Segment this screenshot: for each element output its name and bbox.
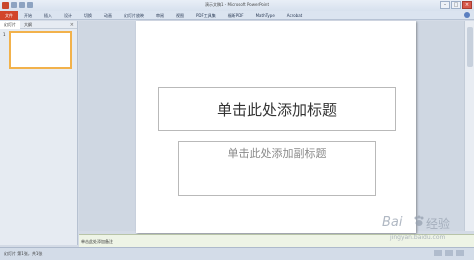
slides-pane-tabs: 幻灯片 大纲 ×	[0, 20, 77, 29]
tab-file[interactable]: 文件	[0, 10, 18, 20]
tab-pdf-tools[interactable]: PDF工具集	[190, 11, 222, 20]
tab-slides[interactable]: 幻灯片	[0, 20, 20, 29]
title-placeholder-text: 单击此处添加标题	[216, 100, 337, 119]
normal-view-icon[interactable]	[434, 250, 442, 256]
tab-view[interactable]: 视图	[170, 11, 190, 20]
title-placeholder[interactable]: 单击此处添加标题	[158, 87, 396, 131]
reading-view-icon[interactable]	[456, 250, 464, 256]
baidu-watermark: Bai 经验 jingyan.baidu.com	[382, 212, 460, 246]
tab-acrobat[interactable]: Acrobat	[281, 11, 308, 20]
view-buttons	[434, 250, 464, 256]
close-pane-icon[interactable]: ×	[70, 22, 74, 28]
tab-home[interactable]: 开始	[18, 11, 38, 20]
close-button[interactable]: ×	[462, 1, 472, 9]
maximize-button[interactable]: □	[451, 1, 461, 9]
slide-thumbnail[interactable]	[9, 31, 72, 69]
watermark-url: jingyan.baidu.com	[390, 234, 446, 241]
tab-transitions[interactable]: 切换	[78, 11, 98, 20]
watermark-brand-cn: 经验	[426, 217, 451, 231]
title-bar: 演示文稿1 - Microsoft PowerPoint – □ ×	[0, 0, 474, 11]
powerpoint-window: 演示文稿1 - Microsoft PowerPoint – □ × 文件 开始…	[0, 0, 474, 260]
vertical-scrollbar[interactable]	[464, 21, 474, 231]
notes-placeholder: 单击此处添加备注	[81, 239, 113, 244]
slide-sorter-icon[interactable]	[445, 250, 453, 256]
tab-design[interactable]: 设计	[58, 11, 78, 20]
slides-pane: 幻灯片 大纲 × 1	[0, 20, 78, 245]
watermark-brand: Bai	[382, 215, 403, 230]
window-controls: – □ ×	[440, 1, 472, 9]
scrollbar-thumb[interactable]	[467, 27, 473, 67]
paw-icon	[414, 215, 424, 226]
tab-slideshow[interactable]: 幻灯片放映	[118, 11, 150, 20]
slide-number: 1	[3, 32, 6, 37]
minimize-button[interactable]: –	[440, 1, 450, 9]
ribbon-tabs: 文件 开始 插入 设计 切换 动画 幻灯片放映 审阅 视图 PDF工具集 福昕P…	[0, 10, 474, 20]
window-title: 演示文稿1 - Microsoft PowerPoint	[204, 2, 270, 7]
tab-foxit-pdf[interactable]: 福昕PDF	[222, 11, 250, 20]
status-bar: 幻灯片 第1张，共1张	[0, 247, 474, 260]
slide-canvas[interactable]: 单击此处添加标题 单击此处添加副标题	[136, 21, 416, 233]
help-icon[interactable]	[464, 12, 470, 18]
tab-outline[interactable]: 大纲	[20, 21, 36, 29]
subtitle-placeholder-text: 单击此处添加副标题	[227, 147, 327, 160]
tab-mathtype[interactable]: MathType	[250, 11, 281, 20]
tab-insert[interactable]: 插入	[38, 11, 58, 20]
subtitle-placeholder[interactable]: 单击此处添加副标题	[178, 141, 376, 196]
tab-animations[interactable]: 动画	[98, 11, 118, 20]
slide-info: 幻灯片 第1张，共1张	[4, 251, 43, 256]
tab-review[interactable]: 审阅	[150, 11, 170, 20]
